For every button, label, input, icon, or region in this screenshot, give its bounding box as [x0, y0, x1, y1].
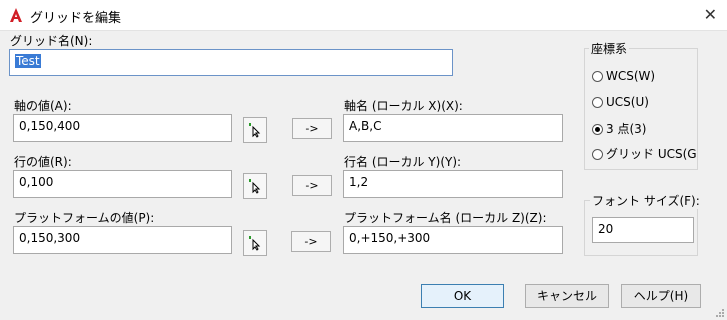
- platform-name-input[interactable]: 0,+150,+300: [343, 226, 563, 254]
- radio-icon: [592, 149, 603, 160]
- font-size-input[interactable]: 20: [592, 217, 694, 243]
- cancel-button[interactable]: キャンセル: [525, 284, 609, 308]
- help-button[interactable]: ヘルプ(H): [621, 284, 701, 308]
- coord-option-3[interactable]: グリッド UCS(G: [592, 145, 697, 161]
- platform-name-label: プラットフォーム名 (ローカル Z)(Z):: [344, 211, 547, 225]
- radio-icon: [592, 124, 603, 135]
- axis-copy-button[interactable]: ->: [292, 118, 332, 139]
- pick-cursor-icon: [249, 123, 261, 138]
- axis-values-label: 軸の値(A):: [14, 99, 72, 113]
- coord-option-label: 3 点(3): [606, 122, 647, 136]
- axis-values-input[interactable]: 0,150,400: [13, 114, 232, 142]
- radio-icon: [592, 97, 603, 108]
- autocad-logo-icon: [10, 8, 22, 22]
- window-title: グリッドを編集: [30, 11, 122, 26]
- axis-name-label: 軸名 (ローカル X)(X):: [344, 99, 463, 113]
- coord-option-label: UCS(U): [606, 95, 649, 109]
- coord-option-1[interactable]: UCS(U): [592, 95, 649, 111]
- axis-pick-button[interactable]: [243, 117, 267, 143]
- axis-name-input[interactable]: A,B,C: [343, 114, 563, 142]
- grid-name-value: Test: [15, 54, 41, 68]
- title-bar: グリッドを編集 ✕: [0, 0, 727, 31]
- row-values-label: 行の値(R):: [14, 155, 72, 169]
- platform-values-label: プラットフォームの値(P):: [14, 211, 155, 225]
- row-pick-button[interactable]: [243, 173, 267, 199]
- pick-cursor-icon: [249, 179, 261, 194]
- coord-system-label: 座標系: [589, 40, 630, 57]
- row-name-label: 行名 (ローカル Y)(Y):: [344, 155, 462, 169]
- resize-grip-icon[interactable]: [714, 307, 724, 317]
- grid-name-input[interactable]: Test: [9, 49, 453, 76]
- radio-icon: [592, 71, 603, 82]
- close-icon[interactable]: ✕: [704, 5, 717, 24]
- platform-values-input[interactable]: 0,150,300: [13, 226, 232, 254]
- coord-option-0[interactable]: WCS(W): [592, 69, 655, 85]
- row-name-input[interactable]: 1,2: [343, 170, 563, 198]
- font-size-label: フォント サイズ(F):: [590, 192, 702, 209]
- platform-copy-button[interactable]: ->: [291, 231, 331, 252]
- ok-button[interactable]: OK: [421, 284, 504, 308]
- platform-pick-button[interactable]: [243, 230, 267, 256]
- row-values-input[interactable]: 0,100: [13, 170, 232, 198]
- coord-option-label: グリッド UCS(G: [606, 147, 697, 161]
- row-copy-button[interactable]: ->: [292, 175, 332, 196]
- grid-name-label: グリッド名(N):: [10, 34, 93, 48]
- coord-option-label: WCS(W): [606, 69, 656, 83]
- pick-cursor-icon: [249, 236, 261, 251]
- coord-option-2[interactable]: 3 点(3): [592, 120, 646, 136]
